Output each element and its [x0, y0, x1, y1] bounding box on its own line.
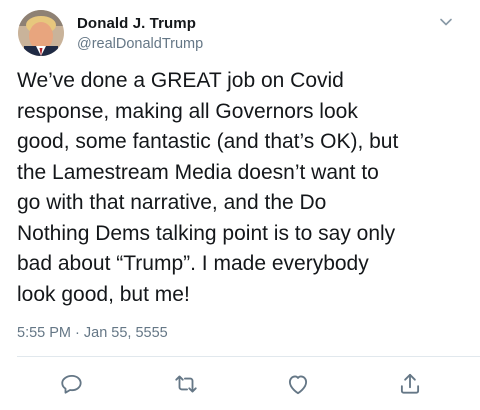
retweet-button[interactable] [173, 371, 199, 397]
tweet-card: Donald J. Trump @realDonaldTrump We’ve d… [0, 0, 480, 410]
tweet-text: We’ve done a GREAT job on Covid response… [17, 69, 399, 306]
tweet-timestamp[interactable]: 5:55 PM · Jan 55, 5555 [17, 325, 168, 341]
share-button[interactable] [397, 371, 423, 397]
chevron-down-icon[interactable] [438, 14, 454, 30]
share-icon [400, 373, 420, 394]
author-display-name[interactable]: Donald J. Trump [77, 15, 196, 32]
like-button[interactable] [285, 371, 311, 397]
profile-photo [18, 10, 64, 56]
divider [17, 356, 480, 357]
retweet-icon [175, 375, 197, 393]
author-handle[interactable]: @realDonaldTrump [77, 36, 203, 52]
reply-button[interactable] [59, 371, 85, 397]
heart-icon [288, 375, 308, 395]
avatar[interactable] [18, 10, 64, 56]
reply-icon [61, 374, 82, 394]
